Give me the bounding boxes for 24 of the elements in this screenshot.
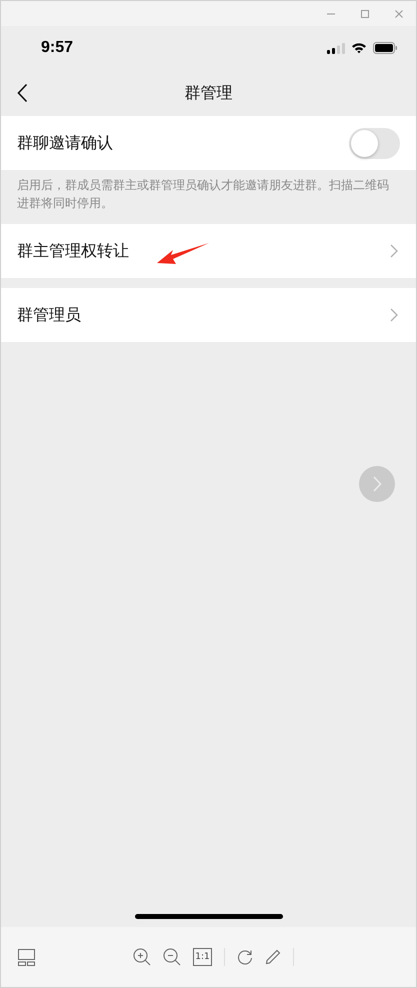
wifi-icon [351,42,367,54]
rotate-icon[interactable] [237,949,253,965]
row-label: 群主管理权转让 [17,240,129,262]
settings-row[interactable]: 群管理员 [1,288,416,342]
maximize-icon[interactable] [360,8,370,18]
battery-icon [373,42,398,54]
settings-row[interactable]: 群主管理权转让 [1,224,416,278]
hint-text: 启用后，群成员需群主或群管理员确认才能邀请朋友进群。扫描二维码进群将同时停用。 [16,177,390,212]
chevron-right-icon [390,308,398,322]
chevron-right-icon [390,244,398,258]
page-title: 群管理 [184,82,232,104]
pencil-icon[interactable] [265,949,281,965]
zoom-out-icon[interactable] [163,948,181,966]
toggle-switch[interactable] [349,128,400,158]
back-icon[interactable] [17,83,28,103]
thumbnail-layout-icon[interactable] [18,948,35,966]
signal-icon [327,42,345,54]
settings-row[interactable]: 群聊邀请确认 [1,116,416,170]
close-icon[interactable] [394,8,404,18]
status-time: 9:57 [41,39,74,57]
row-label: 群聊邀请确认 [17,132,113,154]
row-label: 群管理员 [17,304,81,326]
actual-size-button[interactable]: 1:1 [193,948,212,966]
zoom-in-icon[interactable] [133,948,151,966]
